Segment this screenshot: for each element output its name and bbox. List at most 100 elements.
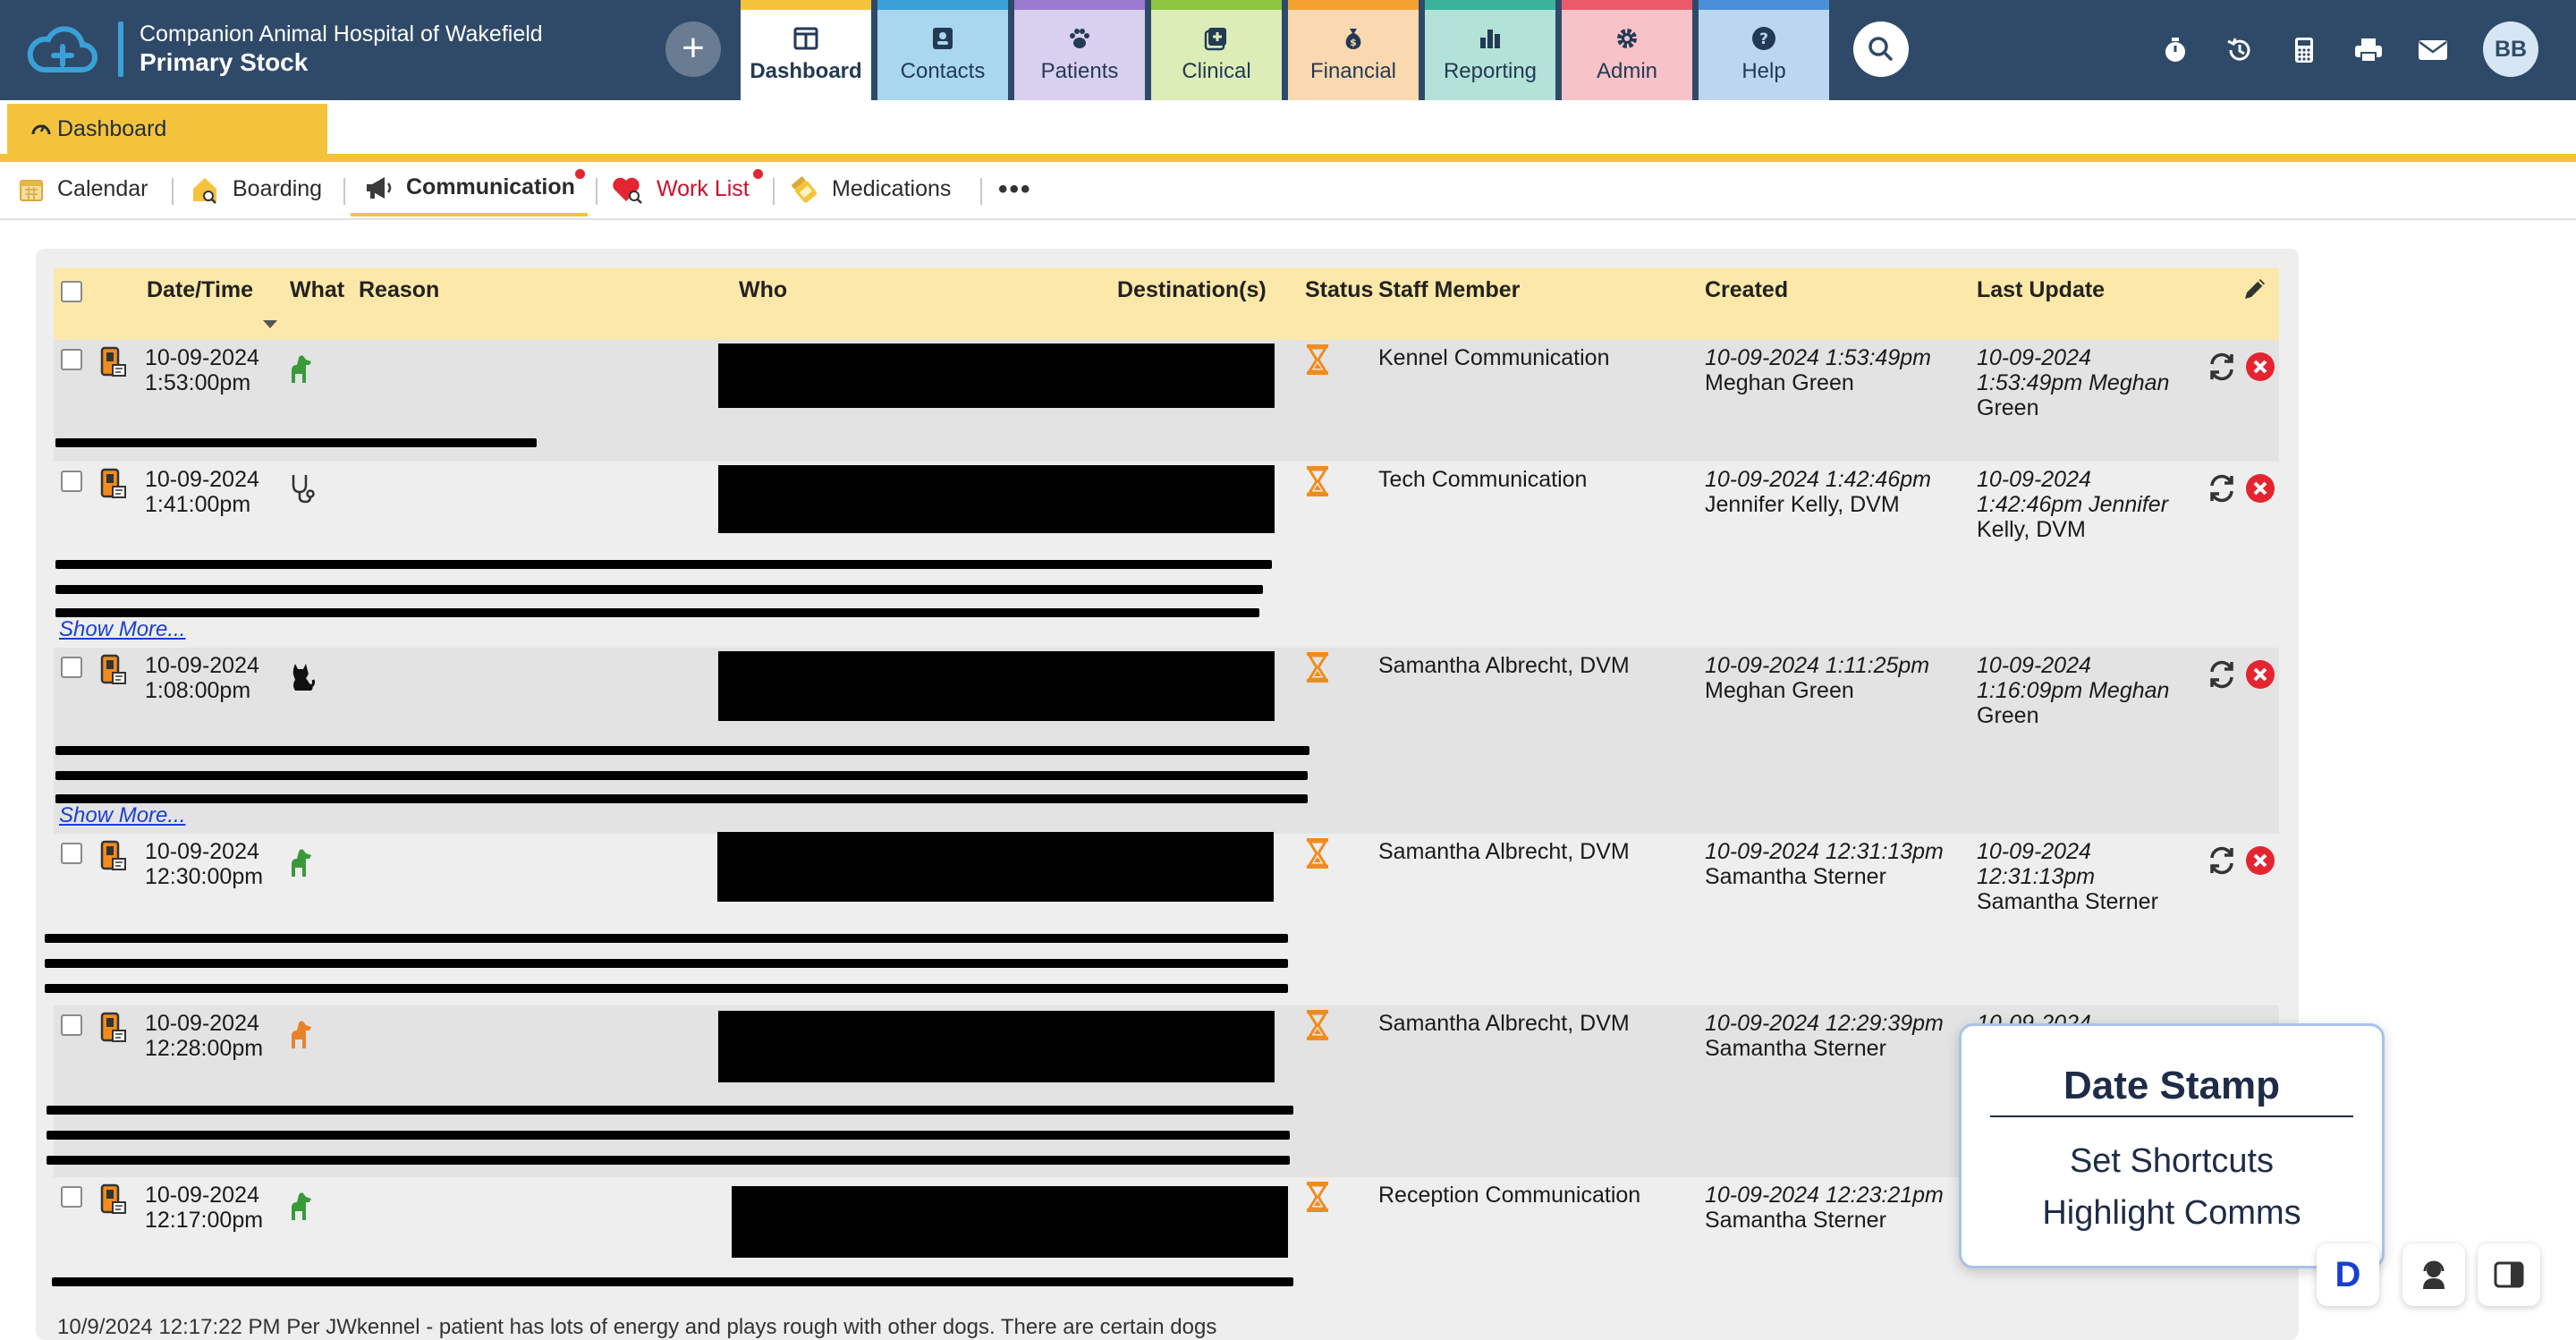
tab-dashboard[interactable]: Dashboard bbox=[741, 0, 871, 100]
subnav-work-list-label: Work List bbox=[657, 176, 750, 201]
redacted-note-line bbox=[47, 1106, 1293, 1115]
set-shortcuts-link[interactable]: Set Shortcuts bbox=[1962, 1142, 2382, 1181]
phone-message-icon[interactable] bbox=[98, 467, 129, 501]
contact-card-icon bbox=[933, 28, 953, 49]
refresh-icon[interactable] bbox=[2206, 658, 2238, 691]
search-button[interactable] bbox=[1853, 21, 1909, 77]
tab-financial[interactable]: $ Financial bbox=[1288, 0, 1419, 100]
timer-button[interactable] bbox=[2157, 32, 2193, 68]
row-date: 10-09-2024 bbox=[145, 1011, 259, 1036]
side-panel-button[interactable] bbox=[2478, 1243, 2540, 1306]
speedometer-icon bbox=[31, 124, 51, 135]
tab-reporting[interactable]: Reporting bbox=[1425, 0, 1555, 100]
row-time: 1:41:00pm bbox=[145, 492, 251, 517]
redacted-note-line bbox=[55, 585, 1263, 594]
subnav-calendar[interactable]: Calendar bbox=[18, 162, 148, 216]
row-time: 12:28:00pm bbox=[145, 1036, 264, 1061]
calculator-button[interactable] bbox=[2286, 32, 2322, 68]
more-menu-button[interactable]: ••• bbox=[998, 174, 1032, 205]
subnav-divider bbox=[596, 178, 597, 205]
column-header-destinations[interactable]: Destination(s) bbox=[1117, 277, 1267, 303]
phone-message-icon[interactable] bbox=[98, 653, 129, 687]
subnav-divider bbox=[172, 178, 174, 205]
print-button[interactable] bbox=[2351, 32, 2386, 68]
phone-message-icon[interactable] bbox=[98, 839, 129, 873]
row-date: 10-09-2024 bbox=[145, 467, 259, 492]
row-checkbox[interactable] bbox=[61, 471, 82, 492]
subnav-work-list[interactable]: Work List bbox=[612, 162, 750, 216]
row-time: 12:17:00pm bbox=[145, 1208, 264, 1233]
subnav-communication[interactable]: Communication bbox=[351, 162, 588, 216]
row-checkbox[interactable] bbox=[61, 843, 82, 864]
row-created-date: 10-09-2024 12:23:21pm bbox=[1705, 1183, 1944, 1208]
column-header-last-update[interactable]: Last Update bbox=[1977, 277, 2105, 303]
column-header-created[interactable]: Created bbox=[1705, 277, 1788, 303]
add-button[interactable]: + bbox=[665, 21, 721, 77]
row-checkbox[interactable] bbox=[61, 1186, 82, 1208]
column-header-reason[interactable]: Reason bbox=[359, 277, 439, 303]
delete-icon[interactable] bbox=[2245, 352, 2275, 382]
row-checkbox[interactable] bbox=[61, 657, 82, 678]
delete-icon[interactable] bbox=[2245, 845, 2275, 876]
dashboard-title-tab[interactable]: Dashboard bbox=[7, 104, 327, 154]
delete-icon[interactable] bbox=[2245, 473, 2275, 504]
tab-clinical[interactable]: Clinical bbox=[1151, 0, 1282, 100]
calculator-icon bbox=[2295, 38, 2313, 63]
redacted-who bbox=[718, 343, 1275, 408]
column-header-datetime[interactable]: Date/Time bbox=[147, 277, 253, 303]
refresh-icon[interactable] bbox=[2206, 472, 2238, 505]
boarding-house-icon bbox=[193, 177, 216, 204]
column-header-staff[interactable]: Staff Member bbox=[1378, 277, 1520, 303]
hourglass-pending-icon bbox=[1307, 652, 1328, 683]
pencil-edit-icon[interactable] bbox=[2240, 274, 2270, 304]
history-button[interactable] bbox=[2222, 32, 2258, 68]
redacted-note-line bbox=[47, 1131, 1290, 1140]
refresh-icon[interactable] bbox=[2206, 351, 2238, 383]
subnav-boarding-label: Boarding bbox=[233, 176, 323, 201]
select-all-checkbox[interactable] bbox=[61, 281, 82, 302]
row-date: 10-09-2024 bbox=[145, 1183, 259, 1208]
redacted-note-line bbox=[55, 794, 1308, 803]
row-checkbox[interactable] bbox=[61, 349, 82, 370]
dashboard-underline bbox=[0, 154, 2576, 162]
svg-text:$: $ bbox=[1350, 37, 1357, 48]
refresh-icon[interactable] bbox=[2206, 844, 2238, 877]
subnav-boarding[interactable]: Boarding bbox=[190, 162, 322, 216]
subnav-medications[interactable]: Medications bbox=[789, 162, 951, 216]
bar-chart-icon bbox=[1480, 30, 1500, 48]
phone-message-icon[interactable] bbox=[98, 1011, 129, 1045]
tab-admin[interactable]: Admin bbox=[1562, 0, 1692, 100]
row-checkbox[interactable] bbox=[61, 1014, 82, 1036]
show-more-link[interactable]: Show More... bbox=[59, 617, 185, 642]
dog-icon bbox=[292, 1021, 311, 1048]
user-avatar[interactable]: BB bbox=[2483, 21, 2538, 77]
tab-patients[interactable]: Patients bbox=[1014, 0, 1145, 100]
support-button[interactable] bbox=[2402, 1243, 2465, 1306]
headset-agent-icon bbox=[2423, 1260, 2445, 1289]
communication-badge bbox=[575, 169, 585, 179]
phone-message-icon[interactable] bbox=[98, 345, 129, 379]
row-updated-date: 10-09-2024 bbox=[1977, 467, 2091, 492]
redacted-note-line bbox=[55, 746, 1309, 755]
tab-reporting-label: Reporting bbox=[1443, 59, 1538, 83]
show-more-link[interactable]: Show More... bbox=[59, 803, 185, 828]
delete-icon[interactable] bbox=[2245, 659, 2275, 690]
row-updated-by: Samantha Sterner bbox=[1977, 889, 2158, 914]
tab-help[interactable]: ? Help bbox=[1699, 0, 1829, 100]
subnav-communication-label: Communication bbox=[406, 174, 575, 199]
row-time: 12:30:00pm bbox=[145, 864, 264, 889]
highlight-comms-link[interactable]: Highlight Comms bbox=[1962, 1194, 2382, 1233]
mail-button[interactable] bbox=[2415, 32, 2451, 68]
phone-message-icon[interactable] bbox=[98, 1183, 129, 1217]
redacted-note-line bbox=[45, 959, 1288, 968]
column-header-status[interactable]: Status bbox=[1305, 277, 1373, 303]
tab-contacts[interactable]: Contacts bbox=[877, 0, 1008, 100]
column-header-what[interactable]: What bbox=[290, 277, 344, 303]
module-name[interactable]: Primary Stock bbox=[140, 48, 308, 77]
row-updated-date: 10-09-2024 bbox=[1977, 839, 2091, 864]
date-stamp-toggle-button[interactable]: D bbox=[2317, 1243, 2379, 1306]
dashboard-subnav: Calendar Boarding Communication Work Lis… bbox=[0, 162, 2576, 220]
column-header-who[interactable]: Who bbox=[739, 277, 787, 303]
sort-descending-icon bbox=[263, 320, 277, 328]
row-staff: Kennel Communication bbox=[1378, 345, 1610, 370]
